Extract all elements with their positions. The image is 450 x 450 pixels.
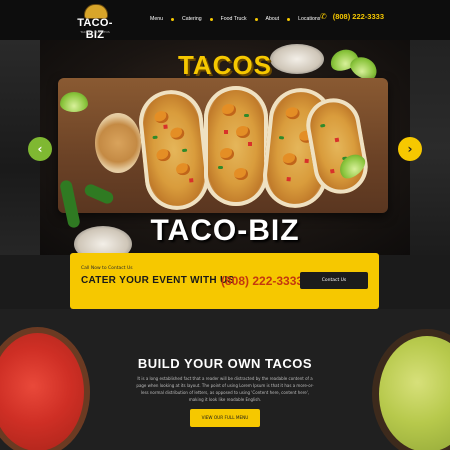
main-nav: Menu Catering Food Truck About Locations [150, 14, 320, 24]
salsa-bowl-image [0, 327, 90, 450]
nav-separator-dot [287, 17, 291, 21]
cta-phone-number[interactable]: (808) 222-3333 [221, 274, 303, 288]
nav-separator-dot [254, 17, 258, 21]
nav-item-catering[interactable]: Catering [182, 16, 202, 22]
lime-slice-image [60, 92, 88, 112]
nav-separator-dot [209, 17, 213, 21]
chevron-left-icon[interactable]: ‹ [28, 137, 52, 161]
nav-item-locations[interactable]: Locations [298, 16, 320, 22]
hero-slider: TACOS TACO-BIZ ‹ › [0, 40, 450, 255]
nav-item-menu[interactable]: Menu [150, 16, 163, 22]
hummus-bowl-image [95, 113, 141, 173]
logo-subtitle: TACOS & BURRITOS [80, 30, 110, 34]
hero-brand: TACO-BIZ [150, 214, 300, 247]
guacamole-bowl-image [372, 329, 450, 450]
nav-item-food-truck[interactable]: Food Truck [221, 16, 247, 22]
hero-title: TACOS [177, 50, 273, 80]
logo-text: TACO-BIZ [77, 17, 113, 41]
view-menu-button[interactable]: VIEW OUR FULL MENU [190, 409, 260, 427]
nav-item-about[interactable]: About [266, 16, 280, 22]
build-your-own-section: BUILD YOUR OWN TACOS It is a long establ… [0, 309, 450, 450]
phone-icon: ✆ [320, 12, 327, 21]
logo[interactable]: TACO-BIZ TACOS & BURRITOS [73, 3, 117, 41]
chevron-right-icon[interactable]: › [398, 137, 422, 161]
section-title: BUILD YOUR OWN TACOS [137, 356, 313, 371]
contact-us-button[interactable]: Contact Us [300, 272, 368, 289]
hero-image: TACOS TACO-BIZ [40, 40, 410, 255]
section-body-text: It is a long established fact that a rea… [136, 376, 314, 402]
cta-title: CATER YOUR EVENT WITH US [81, 275, 235, 286]
header-phone-number: (808) 222-3333 [332, 12, 384, 21]
page: TACO-BIZ TACOS & BURRITOS Menu Catering … [0, 0, 450, 450]
taco-image [204, 86, 268, 206]
site-header: TACO-BIZ TACOS & BURRITOS Menu Catering … [0, 0, 450, 41]
catering-cta-banner: Call Now to Contact Us CATER YOUR EVENT … [70, 253, 379, 309]
header-phone[interactable]: ✆ (808) 222-3333 [320, 12, 384, 21]
nav-separator-dot [170, 17, 174, 21]
cta-eyebrow: Call Now to Contact Us [81, 266, 133, 271]
